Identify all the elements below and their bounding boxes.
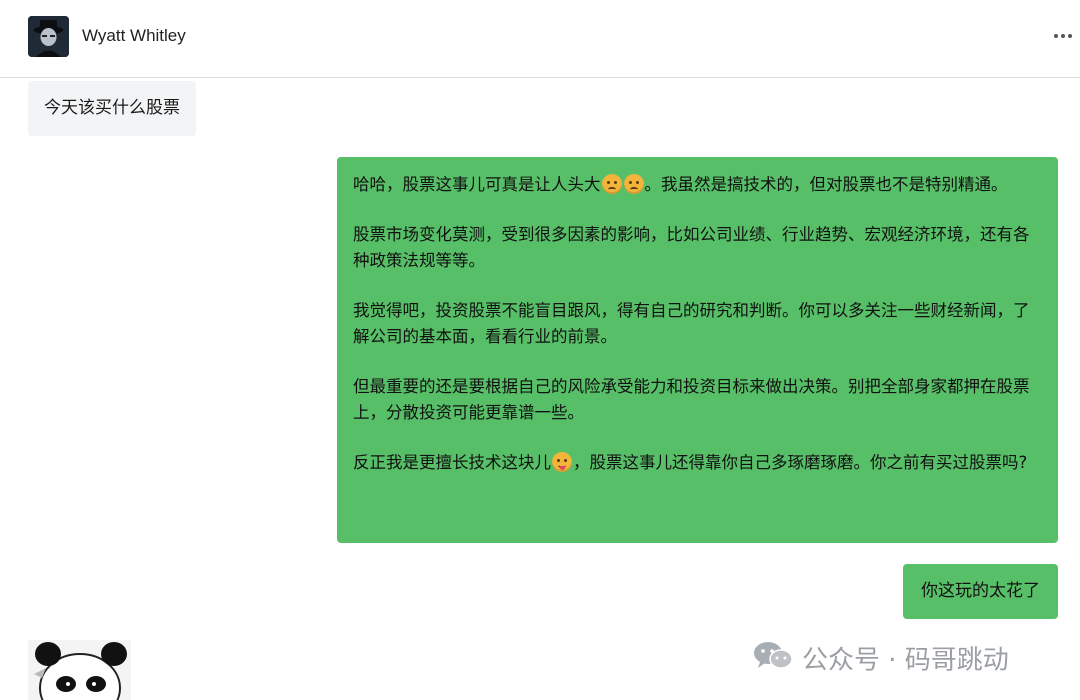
outgoing-message[interactable]: 你这玩的太花了	[903, 564, 1058, 619]
message-paragraph: 哈哈，股票这事儿可真是让人头大 。我虽然是搞技术的，但对股票也不是特别精通。	[353, 172, 1040, 198]
message-paragraph: 但最重要的还是要根据自己的风险承受能力和投资目标来做出决策。别把全部身家都押在股…	[353, 377, 1030, 422]
message-text: 你这玩的太花了	[921, 581, 1040, 601]
message-text: 今天该买什么股票	[44, 98, 180, 118]
frown-face-icon	[623, 174, 644, 194]
zany-face-icon	[552, 452, 572, 472]
contact-avatar[interactable]	[28, 16, 69, 57]
watermark-text: 公众号 · 码哥跳动	[802, 645, 1009, 676]
wechat-icon	[752, 640, 794, 682]
account-watermark: 公众号 · 码哥跳动	[752, 640, 1009, 676]
message-text: ，股票这事儿还得靠你自己多琢磨琢磨。你之前有买过股票吗?	[573, 453, 1028, 472]
message-text: 。我虽然是搞技术的，但对股票也不是特别精通。	[644, 175, 1008, 194]
contact-name: Wyatt Whitley	[82, 26, 186, 45]
message-text: 反正我是更擅长技术这块儿	[353, 453, 551, 472]
more-horizontal-icon[interactable]	[1050, 26, 1076, 46]
frown-face-icon	[601, 174, 622, 194]
incoming-message[interactable]: 今天该买什么股票	[28, 81, 196, 136]
panda-sticker-image[interactable]	[28, 640, 131, 700]
message-paragraph: 我觉得吧，投资股票不能盲目跟风，得有自己的研究和判断。你可以多关注一些财经新闻，…	[353, 301, 1030, 346]
outgoing-message[interactable]: 哈哈，股票这事儿可真是让人头大 。我虽然是搞技术的，但对股票也不是特别精通。 股票…	[337, 157, 1058, 543]
message-paragraph: 股票市场变化莫测，受到很多因素的影响，比如公司业绩、行业趋势、宏观经济环境，还有…	[353, 225, 1030, 270]
message-paragraph: 反正我是更擅长技术这块儿 ，股票这事儿还得靠你自己多琢磨琢磨。你之前有买过股票吗?	[353, 450, 1040, 476]
chat-header: Wyatt Whitley	[0, 0, 1080, 78]
message-text: 哈哈，股票这事儿可真是让人头大	[353, 175, 601, 194]
